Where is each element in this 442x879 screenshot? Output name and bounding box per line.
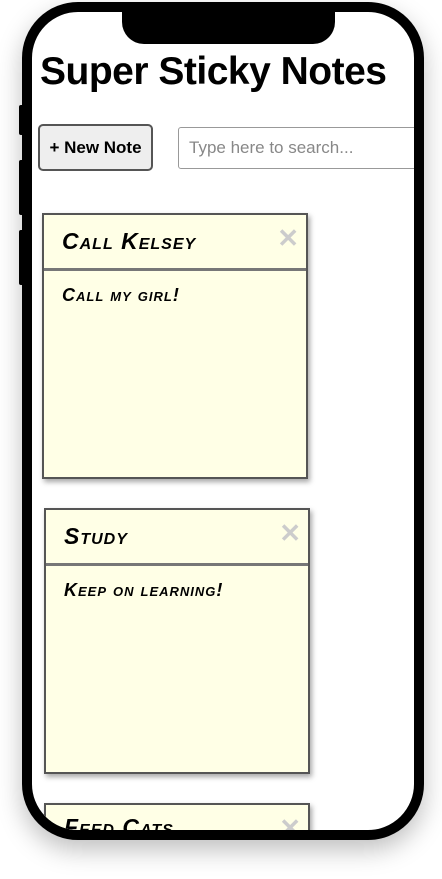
note-card[interactable]: Feed Cats ✕ [44, 803, 310, 840]
close-icon[interactable]: ✕ [277, 223, 300, 254]
notch [122, 12, 335, 44]
note-body[interactable]: Keep on learning! [46, 566, 308, 615]
note-title: Call Kelsey [62, 228, 197, 254]
close-icon[interactable]: ✕ [279, 518, 302, 549]
search-input[interactable]: Type here to search... [178, 127, 414, 169]
note-body[interactable]: Call my girl! [44, 271, 306, 320]
note-card[interactable]: Call Kelsey ✕ Call my girl! [42, 213, 308, 479]
note-card[interactable]: Study ✕ Keep on learning! [44, 508, 310, 774]
phone-frame: Super Sticky Notes + New Note Type here … [22, 2, 424, 840]
note-title-field[interactable]: Study ✕ [46, 510, 308, 566]
close-icon[interactable]: ✕ [279, 813, 302, 830]
new-note-button[interactable]: + New Note [38, 124, 153, 171]
page-title: Super Sticky Notes [40, 50, 387, 93]
note-title: Study [64, 523, 128, 549]
note-title-field[interactable]: Call Kelsey ✕ [44, 215, 306, 271]
note-title: Feed Cats [64, 814, 174, 840]
note-title-field[interactable]: Feed Cats ✕ [46, 805, 308, 840]
